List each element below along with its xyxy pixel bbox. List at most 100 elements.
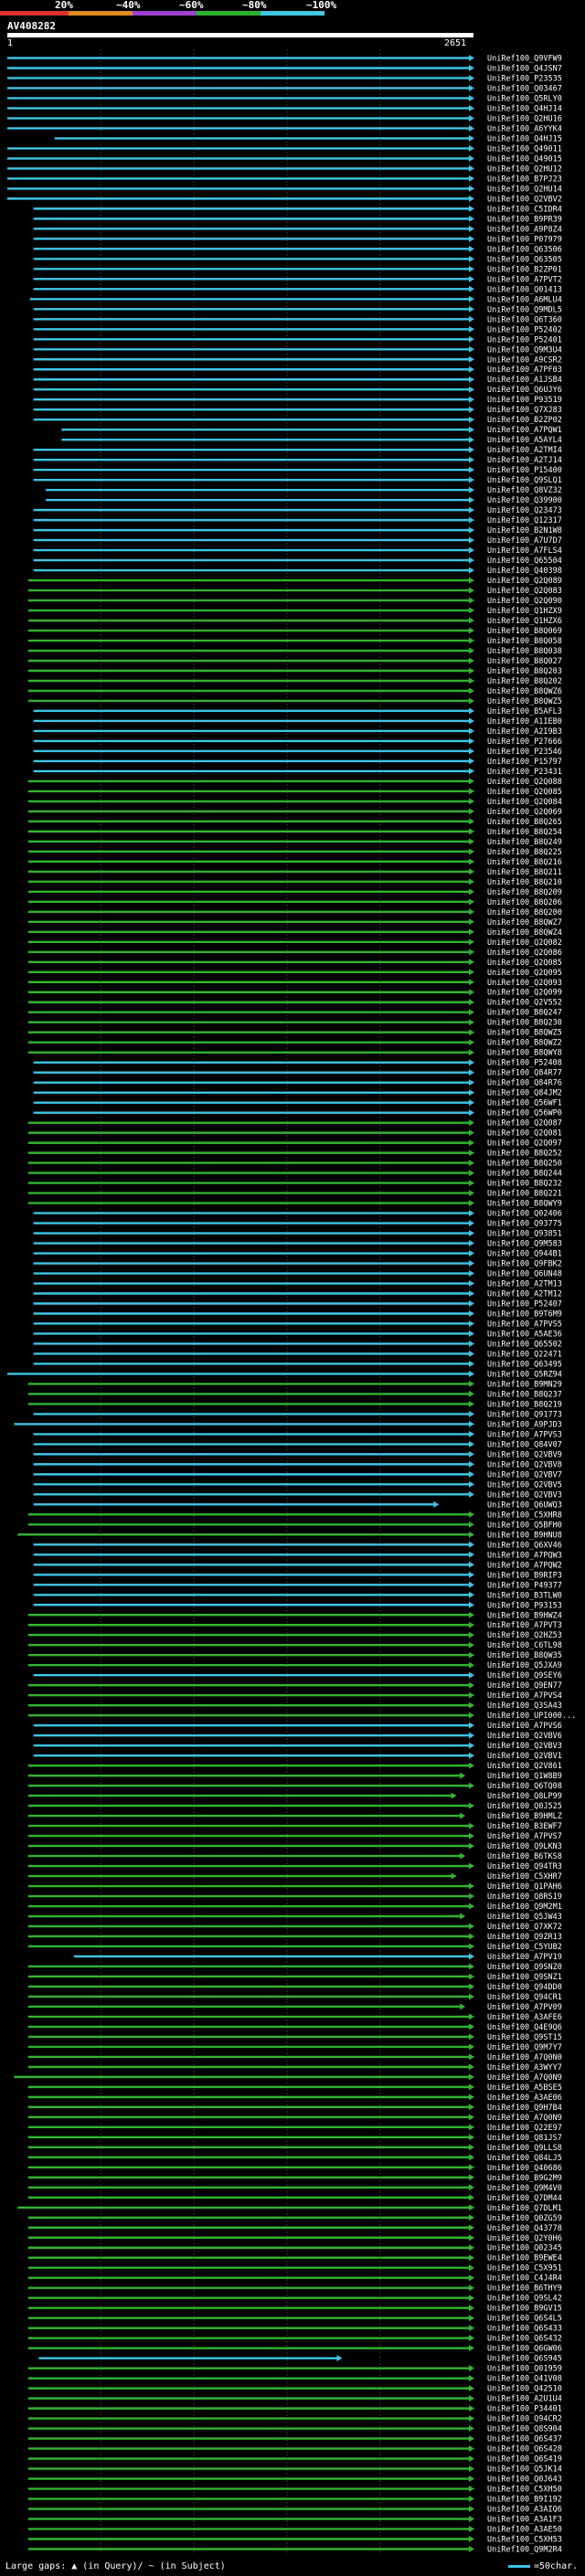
hit-label[interactable]: UniRef100_B8Q209 bbox=[487, 888, 562, 897]
hit-label[interactable]: UniRef100_Q1HZX6 bbox=[487, 617, 562, 626]
hit-label[interactable]: UniRef100_Q9SNZ1 bbox=[487, 1973, 562, 1982]
hit-label[interactable]: UniRef100_A7PQW2 bbox=[487, 1561, 562, 1570]
hit-label[interactable]: UniRef100_A7PVS3 bbox=[487, 1430, 562, 1439]
hit-label[interactable]: UniRef100_Q63505 bbox=[487, 255, 562, 264]
hit-label[interactable]: UniRef100_Q6UN48 bbox=[487, 1270, 562, 1279]
hit-label[interactable]: UniRef100_Q5JK14 bbox=[487, 2465, 562, 2475]
hit-label[interactable]: UniRef100_A3AE06 bbox=[487, 2094, 562, 2103]
hit-label[interactable]: UniRef100_B8Q203 bbox=[487, 667, 562, 676]
hit-label[interactable]: UniRef100_Q9SLQ1 bbox=[487, 476, 562, 485]
hit-label[interactable]: UniRef100_Q23473 bbox=[487, 506, 562, 515]
hit-label[interactable]: UniRef100_Q9M7Y7 bbox=[487, 2043, 562, 2052]
hit-label[interactable]: UniRef100_Q84R77 bbox=[487, 1069, 562, 1078]
hit-label[interactable]: UniRef100_Q63495 bbox=[487, 1360, 562, 1369]
hit-label[interactable]: UniRef100_P15400 bbox=[487, 466, 562, 475]
hit-label[interactable]: UniRef100_Q40398 bbox=[487, 567, 562, 576]
hit-label[interactable]: UniRef100_Q22471 bbox=[487, 1350, 562, 1359]
hit-label[interactable]: UniRef100_B2N1W8 bbox=[487, 526, 562, 535]
hit-label[interactable]: UniRef100_Q9M2R4 bbox=[487, 2546, 562, 2555]
hit-label[interactable]: UniRef100_A7PVS7 bbox=[487, 1832, 562, 1841]
hit-label[interactable]: UniRef100_Q9LLS8 bbox=[487, 2144, 562, 2153]
hit-label[interactable]: UniRef100_B8QW35 bbox=[487, 1651, 562, 1660]
hit-label[interactable]: UniRef100_Q4HJ15 bbox=[487, 134, 562, 143]
hit-label[interactable]: UniRef100_Q42510 bbox=[487, 2385, 562, 2394]
hit-label[interactable]: UniRef100_Q1HZX9 bbox=[487, 607, 562, 616]
hit-label[interactable]: UniRef100_Q2VBV3 bbox=[487, 1490, 562, 1500]
hit-label[interactable]: UniRef100_Q94DD0 bbox=[487, 1983, 562, 1992]
hit-label[interactable]: UniRef100_Q81JS7 bbox=[487, 2134, 562, 2143]
hit-label[interactable]: UniRef100_Q02406 bbox=[487, 1210, 562, 1219]
hit-label[interactable]: UniRef100_B6TKS8 bbox=[487, 1852, 562, 1861]
hit-label[interactable]: UniRef100_Q2Q087 bbox=[487, 1119, 562, 1129]
hit-label[interactable]: UniRef100_P15797 bbox=[487, 758, 562, 767]
hit-label[interactable]: UniRef100_B8Q221 bbox=[487, 1190, 562, 1199]
hit-label[interactable]: UniRef100_B8Q200 bbox=[487, 908, 562, 917]
hit-label[interactable]: UniRef100_P07979 bbox=[487, 235, 562, 244]
hit-label[interactable]: UniRef100_C5XH53 bbox=[487, 2536, 562, 2545]
hit-label[interactable]: UniRef100_B3TLW0 bbox=[487, 1591, 562, 1600]
hit-label[interactable]: UniRef100_Q2Y0H6 bbox=[487, 2234, 562, 2243]
hit-label[interactable]: UniRef100_B8Q069 bbox=[487, 627, 562, 636]
hit-label[interactable]: UniRef100_Q7XJ83 bbox=[487, 406, 562, 415]
hit-label[interactable]: UniRef100_Q2V552 bbox=[487, 999, 562, 1008]
hit-label[interactable]: UniRef100_B8QWZ7 bbox=[487, 918, 562, 928]
hit-label[interactable]: UniRef100_B9PR39 bbox=[487, 215, 562, 224]
hit-label[interactable]: UniRef100_Q9H7B4 bbox=[487, 2104, 562, 2113]
hit-label[interactable]: UniRef100_Q2HU16 bbox=[487, 114, 562, 123]
hit-label[interactable]: UniRef100_B9T6M9 bbox=[487, 1309, 562, 1319]
hit-label[interactable]: UniRef100_Q9ST15 bbox=[487, 2033, 562, 2042]
hit-label[interactable]: UniRef100_A7Q0N9 bbox=[487, 2073, 562, 2083]
hit-label[interactable]: UniRef100_Q2Q085 bbox=[487, 788, 562, 797]
hit-label[interactable]: UniRef100_B9GV15 bbox=[487, 2305, 562, 2314]
hit-label[interactable]: UniRef100_Q2VBV6 bbox=[487, 1732, 562, 1741]
hit-label[interactable]: UniRef100_Q2VBV7 bbox=[487, 1470, 562, 1479]
hit-label[interactable]: UniRef100_Q84R76 bbox=[487, 1079, 562, 1088]
hit-label[interactable]: UniRef100_B8QWZ6 bbox=[487, 687, 562, 696]
hit-label[interactable]: UniRef100_B8Q219 bbox=[487, 1400, 562, 1409]
hit-label[interactable]: UniRef100_B8Q216 bbox=[487, 858, 562, 867]
hit-label[interactable]: UniRef100_P52407 bbox=[487, 1300, 562, 1309]
hit-label[interactable]: UniRef100_B9HMLZ bbox=[487, 1812, 562, 1821]
hit-label[interactable]: UniRef100_Q8LP99 bbox=[487, 1792, 562, 1801]
hit-label[interactable]: UniRef100_B3EWF7 bbox=[487, 1822, 562, 1831]
hit-label[interactable]: UniRef100_Q6S4L5 bbox=[487, 2315, 562, 2324]
hit-label[interactable]: UniRef100_B9MN29 bbox=[487, 1380, 562, 1389]
hit-label[interactable]: UniRef100_A7PVS6 bbox=[487, 1722, 562, 1731]
hit-label[interactable]: UniRef100_Q2Q093 bbox=[487, 979, 562, 988]
hit-label[interactable]: UniRef100_A6YYK4 bbox=[487, 124, 562, 133]
hit-label[interactable]: UniRef100_P23535 bbox=[487, 74, 562, 83]
hit-label[interactable]: UniRef100_Q6S437 bbox=[487, 2435, 562, 2444]
hit-label[interactable]: UniRef100_P23431 bbox=[487, 768, 562, 777]
hit-label[interactable]: UniRef100_Q5BFH0 bbox=[487, 1521, 562, 1530]
hit-label[interactable]: UniRef100_Q40686 bbox=[487, 2164, 562, 2173]
hit-label[interactable]: UniRef100_A1JSB4 bbox=[487, 376, 562, 385]
hit-label[interactable]: UniRef100_P52401 bbox=[487, 335, 562, 345]
hit-label[interactable]: UniRef100_Q9M583 bbox=[487, 1240, 562, 1249]
hit-label[interactable]: UniRef100_B9HWZ4 bbox=[487, 1611, 562, 1620]
hit-label[interactable]: UniRef100_Q2Q069 bbox=[487, 808, 562, 817]
hit-label[interactable]: UniRef100_Q94CR1 bbox=[487, 1993, 562, 2002]
hit-label[interactable]: UniRef100_B9HNU8 bbox=[487, 1531, 562, 1540]
hit-label[interactable]: UniRef100_A2TM12 bbox=[487, 1290, 562, 1299]
hit-label[interactable]: UniRef100_B2ZP02 bbox=[487, 416, 562, 425]
hit-label[interactable]: UniRef100_B7PJ23 bbox=[487, 175, 562, 184]
hit-label[interactable]: UniRef100_B2ZP01 bbox=[487, 265, 562, 274]
hit-label[interactable]: UniRef100_Q2Q085 bbox=[487, 959, 562, 968]
hit-label[interactable]: UniRef100_A7PF03 bbox=[487, 366, 562, 375]
hit-label[interactable]: UniRef100_B8Q247 bbox=[487, 1009, 562, 1018]
hit-label[interactable]: UniRef100_B8Q250 bbox=[487, 1160, 562, 1169]
hit-label[interactable]: UniRef100_A7PVS5 bbox=[487, 1320, 562, 1329]
hit-label[interactable]: UniRef100_Q0J643 bbox=[487, 2475, 562, 2485]
hit-label[interactable]: UniRef100_Q6GW06 bbox=[487, 2345, 562, 2354]
hit-label[interactable]: UniRef100_A7Q0N9 bbox=[487, 2114, 562, 2123]
hit-label[interactable]: UniRef100_Q2Q086 bbox=[487, 949, 562, 958]
hit-label[interactable]: UniRef100_A3AIQ6 bbox=[487, 2506, 562, 2515]
hit-label[interactable]: UniRef100_C5X951 bbox=[487, 2264, 562, 2274]
hit-label[interactable]: UniRef100_A7U7D7 bbox=[487, 536, 562, 546]
hit-label[interactable]: UniRef100_A7PV09 bbox=[487, 2003, 562, 2012]
hit-label[interactable]: UniRef100_P34401 bbox=[487, 2405, 562, 2414]
hit-label[interactable]: UniRef100_Q944B1 bbox=[487, 1250, 562, 1259]
hit-label[interactable]: UniRef100_Q84LJ5 bbox=[487, 2154, 562, 2163]
hit-label[interactable]: UniRef100_B8Q210 bbox=[487, 878, 562, 887]
hit-label[interactable]: UniRef100_Q0J525 bbox=[487, 1802, 562, 1811]
